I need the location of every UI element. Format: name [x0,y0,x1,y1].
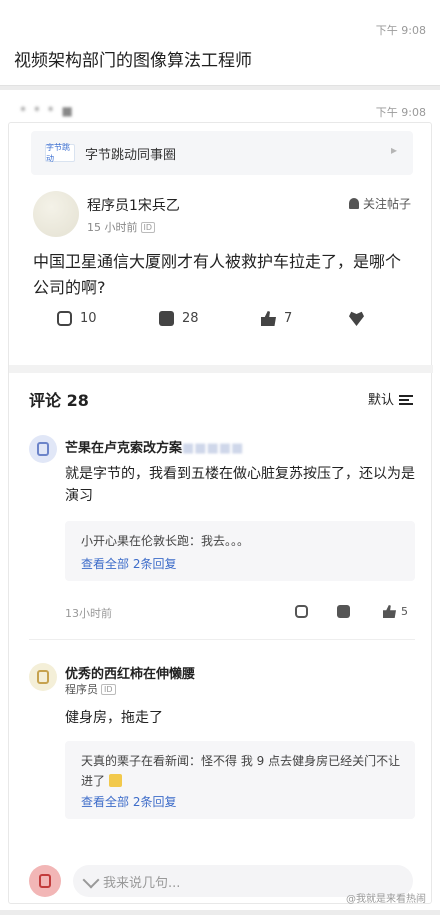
comments-title: 评论 28 [29,391,89,410]
thumbs-up-icon[interactable] [383,605,396,618]
comment-text: 健身房，拖走了 [65,710,163,726]
comment-author[interactable]: 优秀的西红柿在伸懒腰 [65,663,195,682]
repost-icon [57,311,72,326]
avatar[interactable] [29,663,57,691]
message-time: 下午 9:08 [375,24,426,37]
shared-post-card[interactable]: 字节跳动 字节跳动同事圈 ▸ 程序员1宋兵乙 15 小时前 ID 关注帖子 中国卫… [8,122,433,904]
comment-author[interactable]: 芒果在卢克索改方案■■■■■ [65,437,243,456]
thumbs-up-icon [261,311,276,326]
avatar[interactable] [29,435,57,463]
emoji-icon [108,774,122,787]
user-icon [37,670,49,684]
divider [9,365,433,373]
comment-icon [159,311,174,326]
comment-count: 28 [182,311,199,326]
sort-label: 默认 [367,393,394,408]
comment-meta: 13小时前 5 [65,603,415,623]
avatar[interactable] [33,191,79,237]
reply-preview[interactable]: 小开心果在伦敦长跑：我去。。。 查看全部 2条回复 [65,521,415,581]
sort-button[interactable]: 默认 [368,389,413,408]
id-badge: ID [101,684,116,695]
user-icon [39,874,51,888]
repost-button[interactable]: 10 [57,311,97,326]
broken-heart-icon [349,311,364,326]
bytedance-logo: 字节跳动 [45,143,75,163]
reply-text-content: 天真的栗子在看新闻：怪不得 我 9 点去健身房已经关门不让进了 [81,754,401,788]
repost-count: 10 [80,311,97,326]
view-all-replies-link[interactable]: 查看全部 2条回复 [81,555,176,572]
chat-message-1: 下午 9:08 视频架构部门的图像算法工程师 [0,0,440,86]
follow-post-button[interactable]: 关注帖子 [348,195,411,212]
comment-text: 就是字节的，我看到五楼在做心脏复苏按压了，还以为是演习 [65,466,415,504]
reply-preview[interactable]: 天真的栗子在看新闻：怪不得 我 9 点去健身房已经关门不让进了 查看全部 2条回… [65,741,415,819]
post-content: 中国卫星通信大厦刚才有人被救护车拉走了，是哪个公司的啊? [33,252,402,297]
pen-icon [82,871,100,889]
id-badge: ID [140,222,156,233]
comment-like-count: 5 [401,605,408,618]
reply-text: 天真的栗子在看新闻：怪不得 我 9 点去健身房已经关门不让进了 [81,751,401,791]
reply-text: 小开心果在伦敦长跑：我去。。。 [81,534,250,548]
message-time: 下午 9:08 [375,106,426,119]
post-author[interactable]: 程序员1宋兵乙 [87,195,180,215]
comment-time: 13小时前 [65,607,112,620]
repost-icon[interactable] [295,605,308,618]
circle-label: 字节跳动同事圈 [85,148,177,163]
view-all-replies-link[interactable]: 查看全部 2条回复 [81,793,176,810]
role-label: 程序员 [65,683,98,696]
chevron-right-icon: ▸ [390,143,397,157]
bell-icon [348,198,359,209]
follow-label: 关注帖子 [362,197,411,211]
post-time-text: 15 小时前 [87,221,138,234]
chat-message-2: * * * ■ 下午 9:08 字节跳动 字节跳动同事圈 ▸ 程序员1宋兵乙 1… [0,90,440,910]
comment-icon[interactable] [337,605,350,618]
comment-author-name: 芒果在卢克索改方案 [65,441,183,456]
like-count: 7 [284,311,293,326]
circle-link[interactable]: 字节跳动 字节跳动同事圈 ▸ [31,131,413,175]
post-time: 15 小时前 ID [87,219,156,235]
message-text: 视频架构部门的图像算法工程师 [14,51,252,71]
comment-author-blurred: ■■■■■ [182,441,244,456]
comment-separator [29,639,415,640]
comment-button[interactable]: 28 [159,311,199,326]
avatar[interactable] [29,865,61,897]
user-icon [37,442,49,456]
comment-author-role: 程序员 ID [65,681,116,697]
dislike-button[interactable] [349,311,372,326]
sort-icon [399,395,413,405]
input-placeholder: 我来说几句... [103,876,181,891]
post-actions: 10 28 7 [9,311,433,341]
sender-name-blurred: * * * ■ [20,104,75,118]
watermark: @我就是来看热闹 [346,894,426,905]
like-button[interactable]: 7 [261,311,292,326]
